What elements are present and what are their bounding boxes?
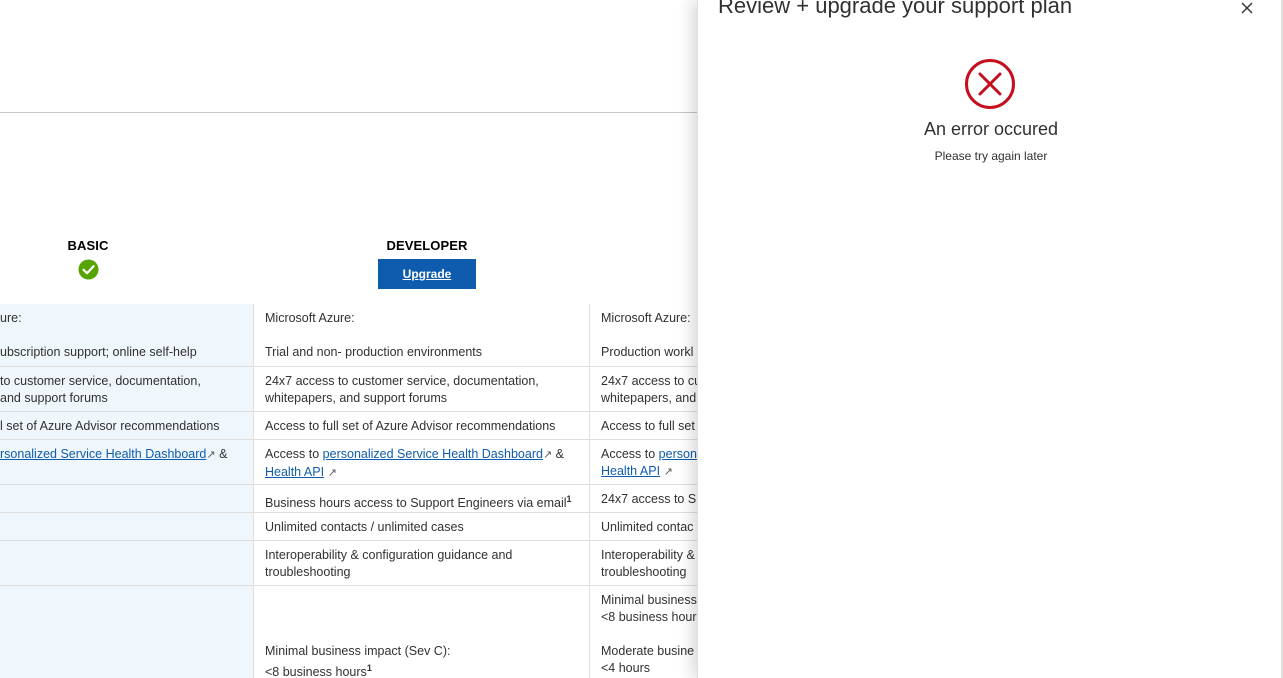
table-row: Business hours access to Support Enginee… <box>0 485 697 513</box>
basic-cell: l set of Azure Advisor recommendations <box>0 412 253 439</box>
cell-text: Microsoft Azure: <box>601 311 691 325</box>
developer-cell: Microsoft Azure: Trial and non- producti… <box>253 304 589 366</box>
external-link-icon: ↗ <box>206 449 216 461</box>
basic-cell: to customer service, documentation, and … <box>0 367 253 411</box>
cell-text: Access to <box>601 447 659 461</box>
cell-text: 24x7 access to Su <box>601 492 697 506</box>
cell-text: Access to person <box>601 446 697 463</box>
cell-text: Health API ↗ <box>601 463 697 481</box>
standard-cell: 24x7 access to Su <box>589 485 697 512</box>
cell-text: <8 business hour <box>601 610 697 624</box>
cell-text: <8 business hours <box>265 665 367 678</box>
standard-cell: Unlimited contac <box>589 513 697 540</box>
developer-cell: Business hours access to Support Enginee… <box>253 485 589 512</box>
standard-cell: Access to person Health API ↗ <box>589 440 697 484</box>
cell-text: <4 hours <box>601 661 650 675</box>
health-api-link[interactable]: Health API <box>265 465 324 479</box>
basic-cell <box>0 513 253 540</box>
basic-cell <box>0 541 253 585</box>
cell-text: Production workl <box>601 345 694 359</box>
standard-cell: Access to full set <box>589 412 697 439</box>
service-health-dashboard-link[interactable]: rsonalized Service Health Dashboard <box>0 447 206 461</box>
table-row: Minimal business impact (Sev C): <8 busi… <box>0 586 697 678</box>
basic-cell: rsonalized Service Health Dashboard↗ & <box>0 440 253 484</box>
external-link-icon: ↗ <box>663 466 673 478</box>
cell-text: Minimal business impact (Sev C): <box>265 644 451 658</box>
table-row: l set of Azure Advisor recommendations A… <box>0 412 697 440</box>
standard-cell: Microsoft Azure: Production workl <box>589 304 697 366</box>
cell-text: Access to <box>265 447 323 461</box>
cell-text: Unlimited contac <box>601 520 694 534</box>
table-row: Unlimited contacts / unlimited cases Unl… <box>0 513 697 541</box>
cell-text: to customer service, documentation, <box>0 374 201 388</box>
cell-text: troubleshooting <box>265 565 351 579</box>
cell-text: Interoperability & <box>601 548 695 562</box>
basic-cell <box>0 586 253 678</box>
basic-cell <box>0 485 253 512</box>
standard-cell: 24x7 access to cu whitepapers, and <box>589 367 697 411</box>
cell-text: & <box>215 447 228 461</box>
cell-text: Trial and non- production environments <box>265 345 483 359</box>
table-row: ure: ubscription support; online self-he… <box>0 304 697 367</box>
check-circle-icon <box>78 259 98 280</box>
cell-text: Interoperability & configuration guidanc… <box>265 548 513 562</box>
cell-text: Unlimited contacts / unlimited cases <box>265 520 464 534</box>
plan-header-basic: BASIC <box>38 238 138 280</box>
footnote-marker: 1 <box>566 494 572 504</box>
standard-cell: Interoperability & troubleshooting <box>589 541 697 585</box>
cell-text: whitepapers, and <box>601 391 697 405</box>
cell-text: Microsoft Azure: <box>265 311 355 325</box>
cell-text: Access to full set of Azure Advisor reco… <box>265 419 556 433</box>
cell-text: <8 business hours1 <box>265 660 579 678</box>
plan-name-developer: DEVELOPER <box>386 238 468 253</box>
service-health-dashboard-link[interactable]: person <box>659 447 697 461</box>
cell-text: Access to full set <box>601 419 695 433</box>
table-row: rsonalized Service Health Dashboard↗ & A… <box>0 440 697 485</box>
review-upgrade-panel: Review + upgrade your support plan An er… <box>697 0 1283 678</box>
external-link-icon: ↗ <box>542 449 553 461</box>
cell-text: l set of Azure Advisor recommendations <box>0 419 220 433</box>
error-title: An error occured <box>923 119 1059 139</box>
cell-text: rsonalized Service Health Dashboard↗ & <box>0 446 245 464</box>
cell-text: 24x7 access to customer service, documen… <box>265 374 539 388</box>
service-health-dashboard-link[interactable]: personalized Service Health Dashboard <box>323 447 543 461</box>
developer-cell: Unlimited contacts / unlimited cases <box>253 513 589 540</box>
cell-text: and support forums <box>0 391 108 405</box>
developer-cell: 24x7 access to customer service, documen… <box>253 367 589 411</box>
plan-header-developer: DEVELOPER Upgrade <box>350 238 504 289</box>
cell-text: Minimal business <box>601 593 697 607</box>
cell-text: Business hours access to Support Enginee… <box>265 496 567 511</box>
cell-text: Access to personalized Service Health Da… <box>265 446 579 464</box>
standard-cell: Minimal business <8 business hour Modera… <box>589 586 697 678</box>
developer-cell: Minimal business impact (Sev C): <8 busi… <box>253 586 589 678</box>
table-row: to customer service, documentation, and … <box>0 367 697 412</box>
header-divider <box>0 112 697 113</box>
health-api-link[interactable]: Health API <box>601 464 660 478</box>
cell-text: ubscription support; online self-help <box>0 345 197 359</box>
cell-text: 24x7 access to cu <box>601 374 697 388</box>
footnote-marker: 1 <box>366 663 372 673</box>
developer-cell: Access to full set of Azure Advisor reco… <box>253 412 589 439</box>
basic-cell: ure: ubscription support; online self-he… <box>0 304 253 366</box>
cell-text: & <box>552 447 564 461</box>
external-link-icon: ↗ <box>327 467 337 479</box>
cell-text: whitepapers, and support forums <box>265 391 448 405</box>
panel-title: Review + upgrade your support plan <box>718 0 1073 18</box>
developer-cell: Interoperability & configuration guidanc… <box>253 541 589 585</box>
upgrade-developer-button[interactable]: Upgrade <box>378 259 476 289</box>
plan-name-basic: BASIC <box>67 238 109 253</box>
cell-text: Business hours access to Support Enginee… <box>265 491 579 512</box>
developer-cell: Access to personalized Service Health Da… <box>253 440 589 484</box>
error-circle-icon <box>965 59 1015 109</box>
table-row: Interoperability & configuration guidanc… <box>0 541 697 586</box>
close-icon[interactable] <box>1236 0 1258 18</box>
cell-text: Health API ↗ <box>265 464 579 482</box>
cell-text: Moderate busine <box>601 644 695 658</box>
error-subtitle: Please try again later <box>934 149 1048 163</box>
cell-text: ure: <box>0 311 22 325</box>
cell-text: troubleshooting <box>601 565 687 579</box>
